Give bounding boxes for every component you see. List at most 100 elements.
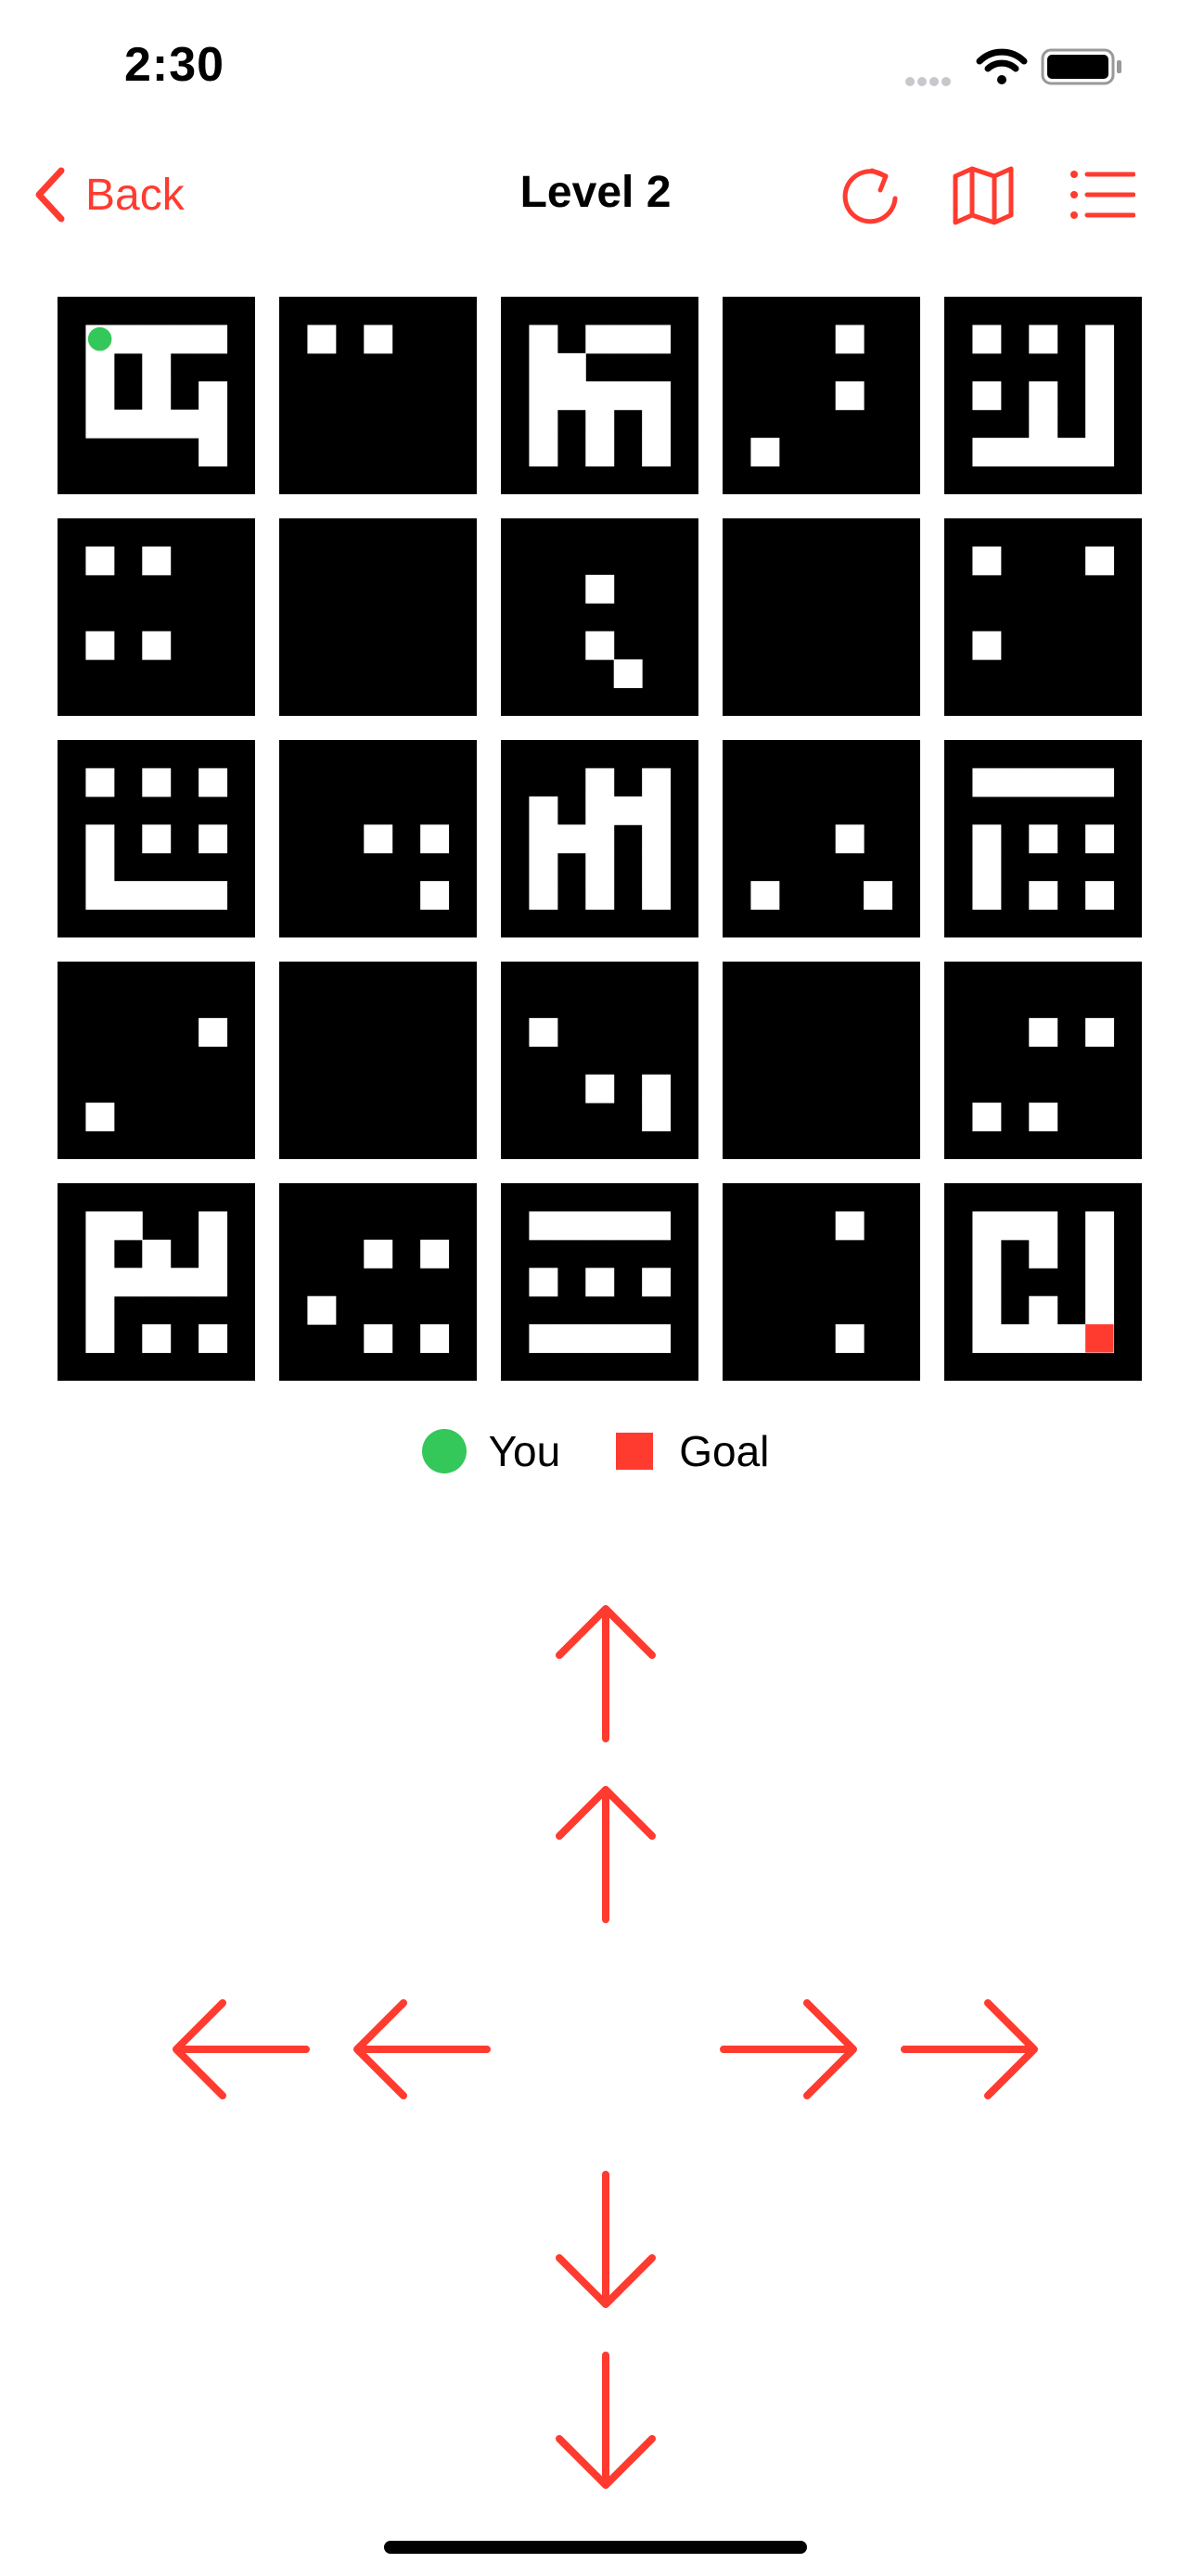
path-tile xyxy=(972,1103,1002,1132)
path-tile xyxy=(1029,881,1058,911)
path-tile xyxy=(85,824,115,854)
path-tile xyxy=(972,768,1002,797)
path-tile xyxy=(113,881,143,911)
legend-you: You xyxy=(421,1426,561,1476)
path-tile xyxy=(85,1239,115,1269)
path-tile xyxy=(198,1268,228,1297)
path-tile xyxy=(972,1295,1002,1325)
arrow-down-icon xyxy=(556,2352,656,2489)
path-tile xyxy=(1000,1324,1030,1354)
path-tile xyxy=(529,1324,558,1354)
map-button[interactable] xyxy=(946,158,1020,232)
path-tile xyxy=(170,325,199,354)
path-tile xyxy=(198,1239,228,1269)
path-tile xyxy=(85,381,115,411)
path-tile xyxy=(1085,546,1115,576)
path-tile xyxy=(529,325,558,354)
maze-cell xyxy=(279,518,477,716)
path-tile xyxy=(1085,1295,1115,1325)
path-tile xyxy=(642,824,672,854)
down-far-arrow-button[interactable] xyxy=(531,2346,680,2494)
path-tile xyxy=(642,438,672,467)
path-tile xyxy=(642,881,672,911)
path-tile xyxy=(835,325,864,354)
path-tile xyxy=(364,1239,393,1269)
path-tile xyxy=(613,659,643,689)
path-tile xyxy=(750,881,780,911)
path-tile xyxy=(972,438,1002,467)
restart-button[interactable] xyxy=(833,158,907,232)
path-tile xyxy=(557,381,586,411)
player-marker xyxy=(87,326,112,351)
up-arrow-button[interactable] xyxy=(531,1780,680,1929)
status-time: 2:30 xyxy=(124,38,225,92)
path-tile xyxy=(529,1211,558,1241)
maze-cell xyxy=(501,297,698,494)
path-tile xyxy=(85,409,115,439)
legend-you-label: You xyxy=(488,1427,561,1475)
path-tile xyxy=(1085,768,1115,797)
path-tile xyxy=(1085,1268,1115,1297)
path-tile xyxy=(113,1211,143,1241)
path-tile xyxy=(142,546,172,576)
list-icon xyxy=(1070,171,1135,219)
maze-cell xyxy=(723,962,920,1159)
status-bar: 2:30 xyxy=(0,0,1191,139)
path-tile xyxy=(307,1295,337,1325)
path-tile xyxy=(1085,381,1115,411)
maze-cell xyxy=(501,518,698,716)
maze-cell xyxy=(58,962,255,1159)
path-tile xyxy=(142,1239,172,1269)
path-tile xyxy=(420,824,450,854)
path-tile xyxy=(420,881,450,911)
path-tile xyxy=(85,1295,115,1325)
left-far-arrow-button[interactable] xyxy=(167,1975,315,2123)
path-tile xyxy=(972,1239,1002,1269)
arrow-left-icon xyxy=(353,1999,491,2099)
maze-cell xyxy=(279,297,477,494)
maze-cell xyxy=(723,297,920,494)
path-tile xyxy=(585,1268,615,1297)
path-tile xyxy=(420,1239,450,1269)
maze-cell xyxy=(279,1183,477,1381)
path-tile xyxy=(642,852,672,882)
up-far-arrow-button[interactable] xyxy=(531,1600,680,1748)
path-tile xyxy=(198,409,228,439)
path-tile xyxy=(142,768,172,797)
path-tile xyxy=(85,352,115,382)
right-far-arrow-button[interactable] xyxy=(895,1975,1044,2123)
path-tile xyxy=(1085,824,1115,854)
path-tile xyxy=(198,824,228,854)
maze-cell xyxy=(58,740,255,937)
path-tile xyxy=(1029,381,1058,411)
path-tile xyxy=(835,381,864,411)
path-tile xyxy=(85,1211,115,1241)
path-tile xyxy=(198,1017,228,1047)
path-tile xyxy=(557,1324,586,1354)
path-tile xyxy=(642,1324,672,1354)
path-tile xyxy=(142,381,172,411)
path-tile xyxy=(613,1211,643,1241)
path-tile xyxy=(85,546,115,576)
path-tile xyxy=(585,631,615,660)
path-tile xyxy=(1085,1017,1115,1047)
path-tile xyxy=(1029,1295,1058,1325)
path-tile xyxy=(1029,768,1058,797)
maze-cell xyxy=(723,518,920,716)
right-arrow-button[interactable] xyxy=(714,1975,863,2123)
left-arrow-button[interactable] xyxy=(348,1975,496,2123)
down-arrow-button[interactable] xyxy=(531,2165,680,2314)
path-tile xyxy=(613,325,643,354)
path-tile xyxy=(557,1211,586,1241)
goal-marker xyxy=(1085,1324,1114,1353)
path-tile xyxy=(557,352,586,382)
path-tile xyxy=(85,1103,115,1132)
path-tile xyxy=(529,824,558,854)
path-tile xyxy=(364,824,393,854)
maze-cell xyxy=(501,740,698,937)
path-tile xyxy=(1085,409,1115,439)
path-tile xyxy=(198,1324,228,1354)
maze-cell xyxy=(58,518,255,716)
path-tile xyxy=(585,796,615,825)
list-button[interactable] xyxy=(1065,158,1139,232)
